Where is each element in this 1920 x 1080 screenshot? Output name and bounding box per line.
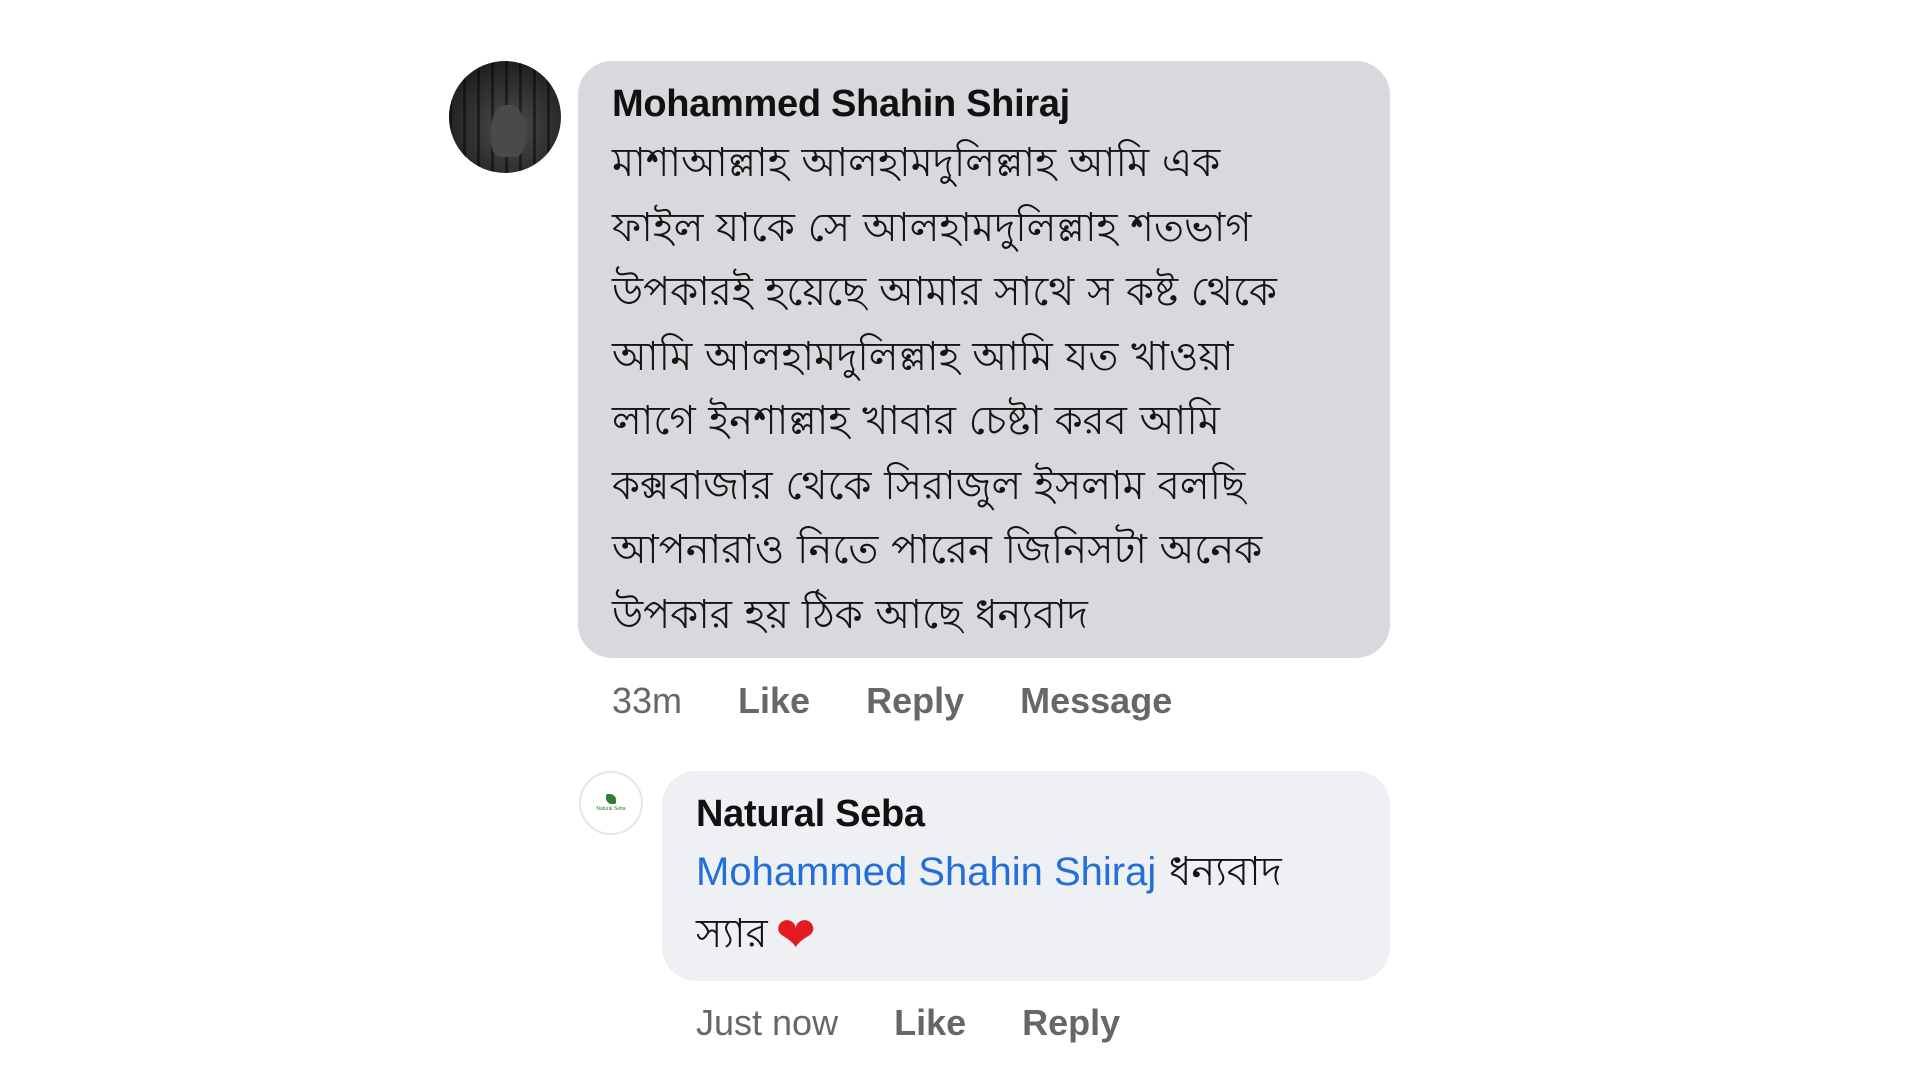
like-button[interactable]: Like bbox=[738, 680, 810, 722]
comment-line: আমি আলহামদুলিল্লাহ আমি যত খাওয়া bbox=[612, 333, 1234, 380]
comment-actions: 33m Like Reply Message bbox=[612, 680, 1172, 722]
comment-line: মাশাআল্লাহ আলহামদুলিল্লাহ আমি এক bbox=[612, 140, 1221, 186]
reply-text-part: স্যার bbox=[696, 911, 768, 957]
comment-timestamp[interactable]: 33m bbox=[612, 680, 682, 722]
comment-line: কক্সবাজার থেকে সিরাজুল ইসলাম বলছি bbox=[612, 462, 1246, 509]
reply-text: Mohammed Shahin Shiraj ধন্যবাদ স্যার ❤ bbox=[696, 841, 1356, 965]
comment-text: মাশাআল্লাহ আলহামদুলিল্লাহ আমি এক ফাইল যা… bbox=[612, 131, 1356, 647]
comment-bubble: Mohammed Shahin Shiraj মাশাআল্লাহ আলহামদ… bbox=[578, 61, 1390, 658]
reply-actions: Just now Like Reply bbox=[696, 1002, 1120, 1044]
message-button[interactable]: Message bbox=[1020, 680, 1172, 722]
mention-link[interactable]: Mohammed Shahin Shiraj bbox=[696, 850, 1156, 894]
reply-author[interactable]: Natural Seba bbox=[696, 791, 1356, 837]
comment-line: আপনারাও নিতে পারেন জিনিসটা অনেক bbox=[612, 527, 1263, 573]
reply-line: স্যার ❤ bbox=[696, 903, 1356, 965]
reply-text-part: ধন্যবাদ bbox=[1156, 849, 1282, 895]
heart-icon: ❤ bbox=[775, 907, 816, 963]
comment-line: উপকারই হয়েছে আমার সাথে স কষ্ট থেকে bbox=[612, 269, 1278, 315]
reply-button[interactable]: Reply bbox=[1022, 1002, 1120, 1044]
reply-avatar[interactable]: Natural Seba bbox=[579, 771, 643, 835]
comment-line: লাগে ইনশাল্লাহ খাবার চেষ্টা করব আমি bbox=[612, 398, 1220, 444]
comment-author[interactable]: Mohammed Shahin Shiraj bbox=[612, 81, 1356, 127]
like-button[interactable]: Like bbox=[894, 1002, 966, 1044]
comment-line: উপকার হয় ঠিক আছে ধন্যবাদ bbox=[612, 591, 1088, 638]
leaf-logo-icon bbox=[606, 794, 616, 804]
avatar[interactable] bbox=[449, 61, 561, 173]
reply-timestamp[interactable]: Just now bbox=[696, 1002, 838, 1044]
avatar-figure bbox=[491, 105, 525, 157]
reply-line: Mohammed Shahin Shiraj ধন্যবাদ bbox=[696, 841, 1356, 903]
comment-line: ফাইল যাকে সে আলহামদুলিল্লাহ শতভাগ bbox=[612, 204, 1252, 251]
avatar-logo-text: Natural Seba bbox=[596, 806, 626, 812]
reply-button[interactable]: Reply bbox=[866, 680, 964, 722]
comment-thread: Mohammed Shahin Shiraj মাশাআল্লাহ আলহামদ… bbox=[0, 0, 1920, 1080]
reply-bubble: Natural Seba Mohammed Shahin Shiraj ধন্য… bbox=[662, 771, 1390, 981]
